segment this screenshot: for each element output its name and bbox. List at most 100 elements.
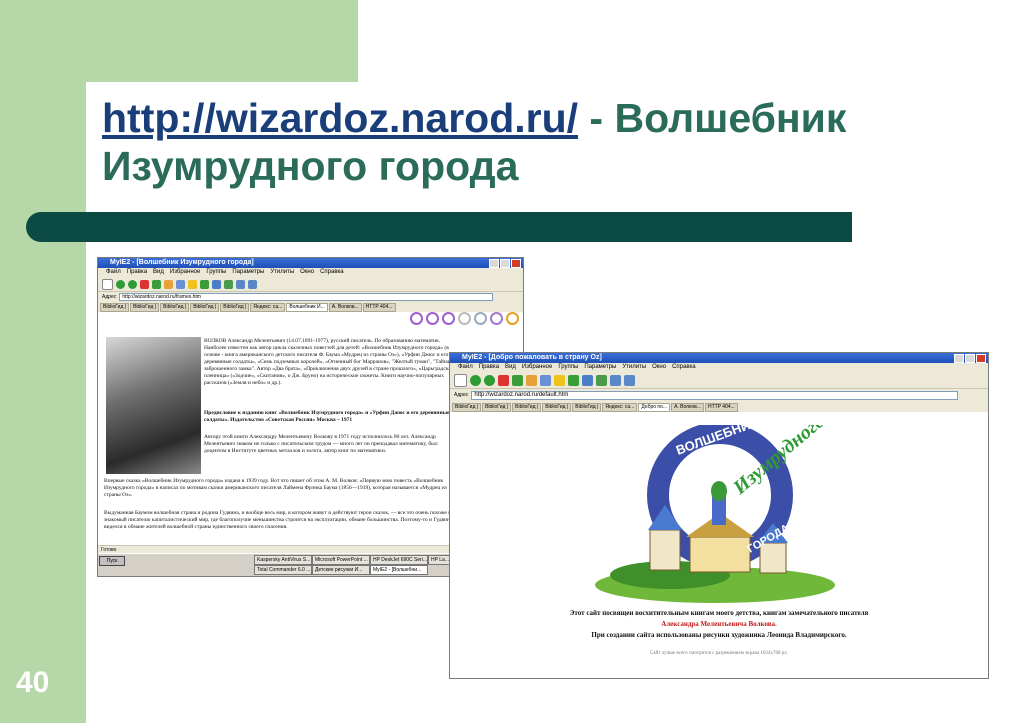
menu-edit[interactable]: Правка: [127, 268, 147, 277]
home-icon[interactable]: [526, 374, 537, 386]
site-nav-icons: [410, 312, 519, 325]
search-icon[interactable]: [540, 374, 551, 386]
illustrator-note: При создании сайта использованы рисунки …: [591, 631, 847, 639]
print-icon[interactable]: [596, 374, 607, 386]
slide-title: http://wizardoz.narod.ru/ - Волшебник Из…: [102, 94, 922, 190]
resolution-note: Сайт лучше всего смотрится с разрешением…: [649, 651, 789, 656]
minimize-button[interactable]: [489, 259, 499, 268]
title-link[interactable]: http://wizardoz.narod.ru/: [102, 95, 578, 141]
nav-circle-icon[interactable]: [442, 312, 455, 325]
menu-groups[interactable]: Группы: [206, 268, 226, 277]
address-input[interactable]: http://wizardoz.narod.ru/default.htm: [471, 390, 958, 400]
menu-help[interactable]: Справка: [672, 363, 696, 372]
stop-icon[interactable]: [140, 279, 149, 289]
taskbar-button[interactable]: Total Commander 6.0 ...: [254, 565, 312, 575]
window-1-title: MyIE2 - [Волшебник Изумрудного города]: [110, 259, 254, 266]
taskbar-button-active[interactable]: MyIE2 - [Волшебни...: [370, 565, 428, 575]
tab[interactable]: BiblioГид |: [542, 403, 572, 412]
menu-tools[interactable]: Утилиты: [622, 363, 646, 372]
taskbar-button[interactable]: Детские рисунки И...: [312, 565, 370, 575]
title-underline-bar: [26, 212, 852, 242]
author-bio: ВОЛКОВ Александр Мелентьевич (14.07.1891…: [204, 338, 454, 386]
print-icon[interactable]: [224, 279, 233, 289]
back-icon[interactable]: [470, 374, 481, 386]
tab[interactable]: BiblioГид |: [482, 403, 512, 412]
window-1-titlebar: MyIE2 - [Волшебник Изумрудного города]: [98, 258, 523, 268]
paragraph: Автору этой книги Александру Мелентьевич…: [204, 434, 438, 454]
new-icon[interactable]: [454, 373, 467, 387]
refresh-icon[interactable]: [512, 374, 523, 386]
taskbar-button[interactable]: HP DeskJet 690C Seri...: [370, 555, 428, 565]
refresh-icon[interactable]: [152, 279, 161, 289]
menu-options[interactable]: Параметры: [232, 268, 264, 277]
slide-sidebar: [0, 0, 86, 723]
maximize-button[interactable]: [965, 354, 975, 363]
tab[interactable]: BiblioГид |: [512, 403, 542, 412]
minimize-button[interactable]: [954, 354, 964, 363]
menu-window[interactable]: Окно: [300, 268, 314, 277]
nav-circle-icon[interactable]: [458, 312, 471, 325]
window-2-addressbar: Адрес http://wizardoz.narod.ru/default.h…: [450, 389, 988, 401]
taskbar-button[interactable]: Kaspersky AntiVirus S...: [254, 555, 312, 565]
stop-icon[interactable]: [498, 374, 509, 386]
address-input[interactable]: http://wizardoz.narod.ru/frames.htm: [119, 293, 493, 301]
close-button[interactable]: [976, 354, 986, 363]
menu-groups[interactable]: Группы: [558, 363, 578, 372]
mail-icon[interactable]: [212, 279, 221, 289]
forward-icon[interactable]: [128, 279, 137, 289]
menu-view[interactable]: Вид: [153, 268, 164, 277]
menu-favorites[interactable]: Избранное: [522, 363, 552, 372]
menu-tools[interactable]: Утилиты: [270, 268, 294, 277]
nav-circle-icon[interactable]: [410, 312, 423, 325]
menu-help[interactable]: Справка: [320, 268, 344, 277]
start-button[interactable]: Пуск: [99, 556, 125, 566]
new-icon[interactable]: [102, 278, 113, 290]
tab-active[interactable]: Добро по...: [638, 403, 671, 412]
nav-circle-icon[interactable]: [506, 312, 519, 325]
tile-icon[interactable]: [248, 279, 257, 289]
history-icon[interactable]: [200, 279, 209, 289]
nav-circle-icon[interactable]: [474, 312, 487, 325]
window-2-menubar: Файл Правка Вид Избранное Группы Парамет…: [450, 363, 988, 372]
menu-favorites[interactable]: Избранное: [170, 268, 200, 277]
window-2-toolbar: [450, 372, 988, 389]
tab[interactable]: HTTP 404...: [704, 403, 738, 412]
nav-circle-icon[interactable]: [426, 312, 439, 325]
back-icon[interactable]: [116, 279, 125, 289]
menu-file[interactable]: Файл: [458, 363, 473, 372]
close-button[interactable]: [511, 259, 521, 268]
site-caption: Этот сайт посвящен восхитительным книгам…: [569, 609, 869, 617]
window-2-title: MyIE2 - [Добро пожаловать в страну Оz]: [462, 354, 602, 361]
tab[interactable]: BiblioГид |: [452, 403, 482, 412]
window-2-page: ВОЛШЕБНИК Изумрудного ГОРОДА Этот сайт п…: [450, 419, 988, 678]
favorites-icon[interactable]: [554, 374, 565, 386]
layout-icon[interactable]: [610, 374, 621, 386]
preface-heading: Предисловие к изданию книг «Волшебник Из…: [204, 410, 450, 423]
menu-edit[interactable]: Правка: [479, 363, 499, 372]
taskbar-button[interactable]: Microsoft PowerPoint ...: [312, 555, 370, 565]
maximize-button[interactable]: [500, 259, 510, 268]
forward-icon[interactable]: [484, 374, 495, 386]
home-icon[interactable]: [164, 279, 173, 289]
window-2-titlebar: MyIE2 - [Добро пожаловать в страну Оz]: [450, 353, 988, 363]
author-photo: [106, 337, 201, 474]
mail-icon[interactable]: [582, 374, 593, 386]
tab[interactable]: BiblioГид |: [572, 403, 602, 412]
window-1-toolbar: [98, 277, 523, 292]
nav-circle-icon[interactable]: [490, 312, 503, 325]
paragraph: Выдуманная Баумом волшебная страна и род…: [104, 510, 454, 530]
menu-options[interactable]: Параметры: [584, 363, 616, 372]
tab[interactable]: А. Волков...: [671, 403, 704, 412]
menu-file[interactable]: Файл: [106, 268, 121, 277]
layout-icon[interactable]: [236, 279, 245, 289]
window-2-tabs: BiblioГид | BiblioГид | BiblioГид | Bibl…: [450, 401, 988, 412]
search-icon[interactable]: [176, 279, 185, 289]
menu-window[interactable]: Окно: [652, 363, 666, 372]
slide-number: 40: [16, 666, 50, 699]
tile-icon[interactable]: [624, 374, 635, 386]
favorites-icon[interactable]: [188, 279, 197, 289]
tab[interactable]: Яндекс: са...: [602, 403, 638, 412]
author-name: Александра Мелентьевича Волкова.: [661, 620, 777, 628]
menu-view[interactable]: Вид: [505, 363, 516, 372]
history-icon[interactable]: [568, 374, 579, 386]
